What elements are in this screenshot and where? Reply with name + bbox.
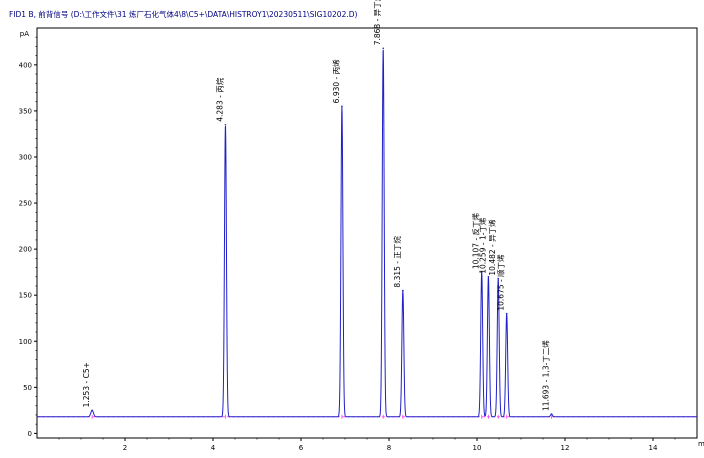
x-tick-label: 12 [561,444,570,452]
x-tick-label: 2 [123,444,127,452]
peak-label: 1.253 - C5+ [82,362,91,407]
chromatogram-chart: FID1 B, 前背信号 (D:\工作文件\31 炼厂石化气体4\8\C5+\D… [0,0,704,454]
x-tick-label: 14 [649,444,658,452]
peak-apex-point [505,312,508,315]
peak-label: 4.283 - 丙烷 [214,77,224,121]
y-tick-label: 100 [19,338,32,346]
peak-apex-point [224,123,227,126]
peak-label: 10.259 - 1-丁烯 [477,217,487,274]
x-tick-label: 10 [473,444,482,452]
y-axis-label: pA [20,30,29,38]
y-tick-label: 350 [19,107,32,115]
peak-apex-point [550,413,553,415]
y-tick-label: 250 [19,200,32,208]
peak-label: 8.315 - 正丁烷 [392,236,402,288]
chart-background [0,0,704,454]
peak-apex-point [402,289,404,292]
x-axis-label: min [698,440,704,448]
y-tick-label: 0 [28,430,32,438]
x-tick-label: 6 [299,444,304,452]
y-tick-label: 150 [19,292,32,300]
y-tick-label: 50 [23,384,32,392]
x-tick-label: 8 [387,444,391,452]
y-tick-label: 300 [19,153,32,161]
peak-apex-point [341,105,343,108]
y-tick-label: 400 [19,61,32,69]
peak-label: 10.675 - 顺丁烯 [496,254,506,311]
chromatogram-svg: FID1 B, 前背信号 (D:\工作文件\31 炼厂石化气体4\8\C5+\D… [0,0,704,454]
peak-label: 6.930 - 丙烯 [331,59,341,103]
x-tick-label: 4 [211,444,216,452]
peak-apex-point [382,47,384,50]
peak-label: 7.868 - 异丁烷 [372,0,382,45]
y-tick-label: 200 [19,246,32,254]
chart-title: FID1 B, 前背信号 (D:\工作文件\31 炼厂石化气体4\8\C5+\D… [9,9,358,19]
peak-apex-point [91,409,93,412]
peak-label: 11.693 - 1,3-丁二烯 [540,340,550,411]
